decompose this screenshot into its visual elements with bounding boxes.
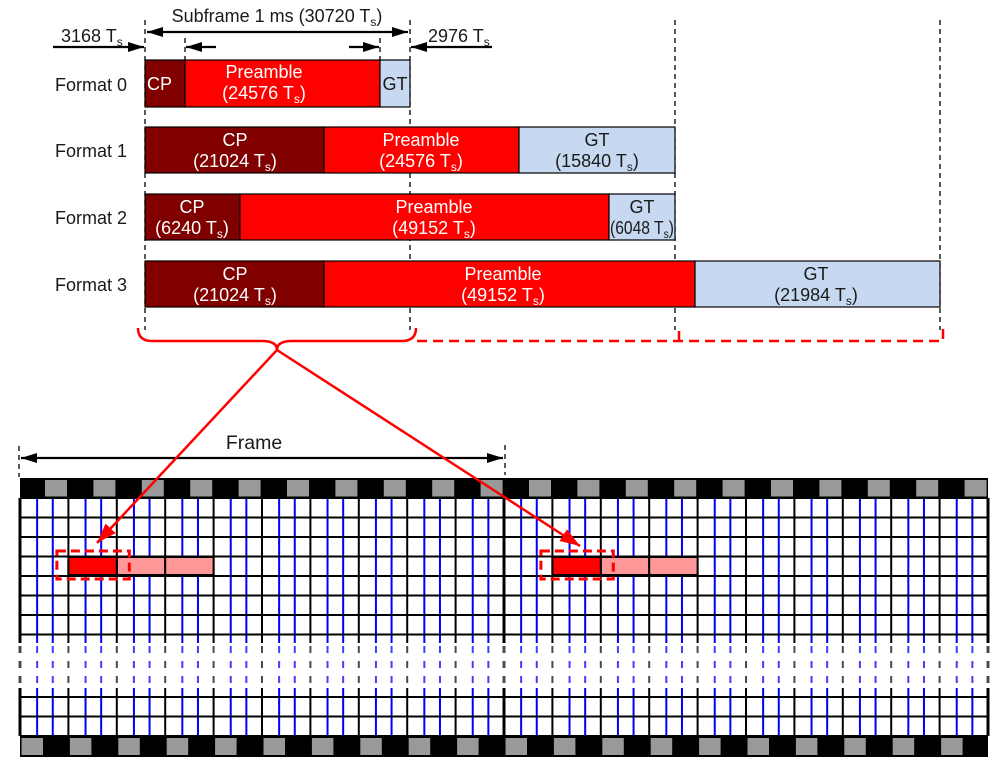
- reference-square: [408, 738, 431, 755]
- frame-label: Frame: [226, 432, 282, 454]
- reference-square: [529, 480, 551, 497]
- reference-square: [360, 738, 382, 755]
- format-1-row: Format 1 CP (21024 Ts) Preamble (24576 T…: [55, 126, 676, 174]
- reference-square: [892, 738, 915, 755]
- cp-label: CP: [222, 264, 247, 284]
- prach-preamble-cell: [551, 556, 602, 576]
- format-label: Format 2: [55, 208, 127, 228]
- frame-span: Frame: [18, 432, 506, 477]
- gt-label: GT: [630, 197, 655, 217]
- extended-format-bracket: [417, 328, 945, 343]
- top-annotations: Subframe 1 ms (30720 Ts) 3168 Ts 2976 Ts: [53, 6, 492, 52]
- preamble-label: Preamble: [464, 264, 541, 284]
- reference-square: [238, 480, 261, 497]
- reference-square: [190, 480, 213, 497]
- reference-square: [819, 480, 842, 497]
- gt-length: (21984 Ts): [774, 285, 858, 308]
- preamble-length: (49152 Ts): [461, 285, 545, 308]
- reference-square: [941, 738, 963, 755]
- format-label: Format 0: [55, 75, 127, 95]
- gt-label: GT: [383, 74, 408, 94]
- reference-square: [795, 738, 818, 755]
- reference-square: [263, 738, 285, 755]
- reference-square: [335, 480, 358, 497]
- reference-square: [844, 738, 866, 755]
- reference-square: [916, 480, 939, 497]
- format-3-row: Format 3 CP (21024 Ts) Preamble (49152 T…: [55, 260, 941, 308]
- reference-square: [505, 738, 527, 755]
- preamble-length: (24576 Ts): [222, 83, 306, 106]
- reference-square: [674, 480, 697, 497]
- reference-square: [602, 738, 624, 755]
- cp-length: (21024 Ts): [193, 151, 277, 174]
- top-reference-strip: [20, 478, 988, 498]
- reference-square: [69, 738, 92, 755]
- reference-square: [553, 738, 576, 755]
- preamble-length: (24576 Ts): [379, 151, 463, 174]
- preamble-length: (49152 Ts): [392, 218, 476, 241]
- prach-extension-cell: [599, 556, 651, 576]
- format-0-row: Format 0 CP Preamble (24576 Ts) GT: [55, 59, 411, 108]
- reference-square: [964, 480, 987, 497]
- preamble-label: Preamble: [395, 197, 472, 217]
- subframe-brace: [136, 327, 418, 351]
- reference-square: [625, 480, 648, 497]
- preamble-label: Preamble: [382, 130, 459, 150]
- reference-square: [21, 738, 43, 755]
- reference-square: [287, 480, 309, 497]
- reference-square: [311, 738, 334, 755]
- cp-label: CP: [179, 197, 204, 217]
- format-label: Format 1: [55, 141, 127, 161]
- reference-square: [432, 480, 455, 497]
- reference-square: [215, 738, 237, 755]
- prach-extension-cell: [164, 556, 215, 576]
- resource-grid: [18, 478, 990, 757]
- gt-label: GT: [585, 130, 610, 150]
- prach-preamble-cell: [67, 556, 118, 576]
- cp-label: CP: [222, 130, 247, 150]
- cp-length: (21024 Ts): [193, 285, 277, 308]
- gt-label: GT: [804, 264, 829, 284]
- reference-square: [118, 738, 140, 755]
- reference-square: [45, 480, 67, 497]
- gt-length: (15840 Ts): [555, 151, 639, 174]
- preamble-label: Preamble: [225, 62, 302, 82]
- cp-offset-label: 3168 Ts: [61, 26, 123, 49]
- format-label: Format 3: [55, 275, 127, 295]
- format-2-row: Format 2 CP (6240 Ts) Preamble (49152 Ts…: [55, 193, 676, 241]
- reference-square: [457, 738, 479, 755]
- prach-extension-cell: [648, 556, 699, 576]
- reference-square: [93, 480, 116, 497]
- prach-format-diagram: Subframe 1 ms (30720 Ts) 3168 Ts 2976 Ts…: [18, 6, 990, 757]
- bottom-reference-strip: [20, 736, 988, 757]
- reference-square: [771, 480, 793, 497]
- reference-square: [722, 480, 745, 497]
- gt-offset-label: 2976 Ts: [428, 26, 490, 49]
- reference-square: [383, 480, 406, 497]
- cp-label: CP: [147, 74, 172, 94]
- reference-square: [577, 480, 600, 497]
- reference-square: [867, 480, 890, 497]
- reference-square: [166, 738, 189, 755]
- reference-square: [699, 738, 721, 755]
- reference-square: [747, 738, 769, 755]
- subframe-duration-label: Subframe 1 ms (30720 Ts): [172, 6, 383, 29]
- prach-extension-cell: [115, 556, 167, 576]
- reference-square: [650, 738, 673, 755]
